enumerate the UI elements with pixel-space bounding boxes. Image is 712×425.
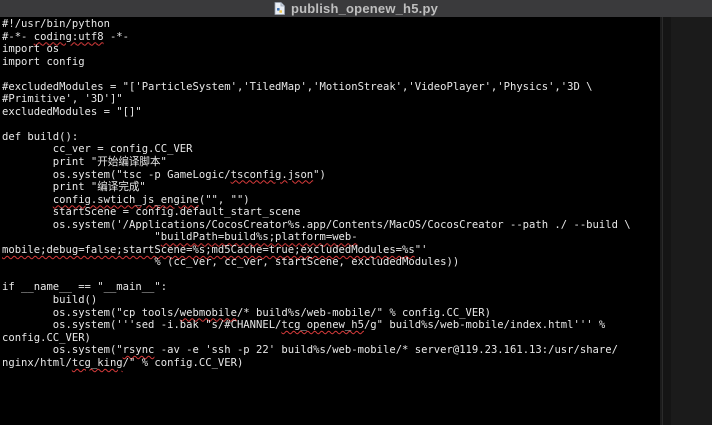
spellcheck-underline: config.swtich_js_engine	[52, 193, 199, 206]
code-line-1: #!/usr/bin/python	[2, 18, 110, 30]
code-line-25: os.system('''sed -i.bak "s/#CHANNEL/tcg_…	[2, 319, 606, 332]
code-line-2: #-*- coding:utf8 -*-	[2, 30, 130, 43]
spellcheck-underline: webmobile	[179, 306, 237, 319]
code-line-26: config.CC_VER)	[2, 331, 91, 344]
code-line-27: os.system("rsync -av -e 'ssh -p 22' buil…	[2, 344, 618, 357]
spellcheck-underline: tsconfig.json	[230, 168, 314, 181]
code-line-3: import os	[2, 43, 60, 56]
code-line-13: os.system("tsc -p GameLogic/tsconfig.jso…	[2, 168, 326, 181]
code-editor[interactable]: #!/usr/bin/python #-*- coding:utf8 -*- imp…	[0, 17, 660, 425]
spellcheck-underline: mobile;debug=false;startScene=%s;md5Cach…	[2, 243, 415, 256]
code-line-14: print "编译完成"	[2, 181, 146, 194]
code-line-7: #Primitive', '3D']"	[2, 93, 123, 106]
code-line-18: "buildPath=build%s;platform=web-	[2, 231, 358, 244]
code-line-10: def build():	[2, 130, 79, 143]
text-editor-window: publish_openew_h5.py #!/usr/bin/python #-…	[0, 0, 712, 425]
code-line-19: mobile;debug=false;startScene=%s;md5Cach…	[2, 243, 428, 256]
code-content[interactable]: #!/usr/bin/python #-*- coding:utf8 -*- imp…	[0, 17, 660, 369]
code-line-20: % (cc_ver, cc_ver, startScene, excludedM…	[2, 256, 460, 269]
code-line-8: excludedModules = "[]"	[2, 105, 142, 118]
code-line-22: if __name__ == "__main__":	[2, 281, 168, 294]
title-group: publish_openew_h5.py	[0, 0, 712, 17]
spellcheck-underline: tcg_king	[71, 356, 123, 369]
python-file-icon	[274, 2, 285, 15]
spellcheck-underline: buildPath=build%s;platform=web-	[160, 231, 358, 244]
title-bar[interactable]: publish_openew_h5.py	[0, 0, 712, 18]
vertical-scrollbar[interactable]	[662, 17, 671, 425]
window-title: publish_openew_h5.py	[290, 1, 439, 16]
spellcheck-underline: coding:utf8	[33, 30, 104, 43]
code-line-17: os.system('/Applications/CocosCreator%s.…	[2, 218, 631, 231]
code-line-15: config.swtich_js_engine("", "")	[52, 193, 250, 206]
code-line-4: import config	[2, 55, 85, 68]
code-line-16: startScene = config.default_start_scene	[2, 206, 301, 219]
code-line-11: cc_ver = config.CC_VER	[2, 143, 193, 156]
code-line-23: build()	[2, 294, 98, 307]
code-line-6: #excludedModules = "['ParticleSystem','T…	[2, 80, 593, 93]
spellcheck-underline: tcg_openew_h5	[281, 319, 364, 332]
code-line-24: os.system("cp tools/webmobile/* build%s/…	[2, 306, 491, 319]
code-line-28: nginx/html/tcg_king/" % config.CC_VER)	[2, 356, 244, 369]
code-line-12: print "开始编译脚本"	[2, 156, 167, 169]
spellcheck-underline: rsync	[122, 344, 155, 357]
